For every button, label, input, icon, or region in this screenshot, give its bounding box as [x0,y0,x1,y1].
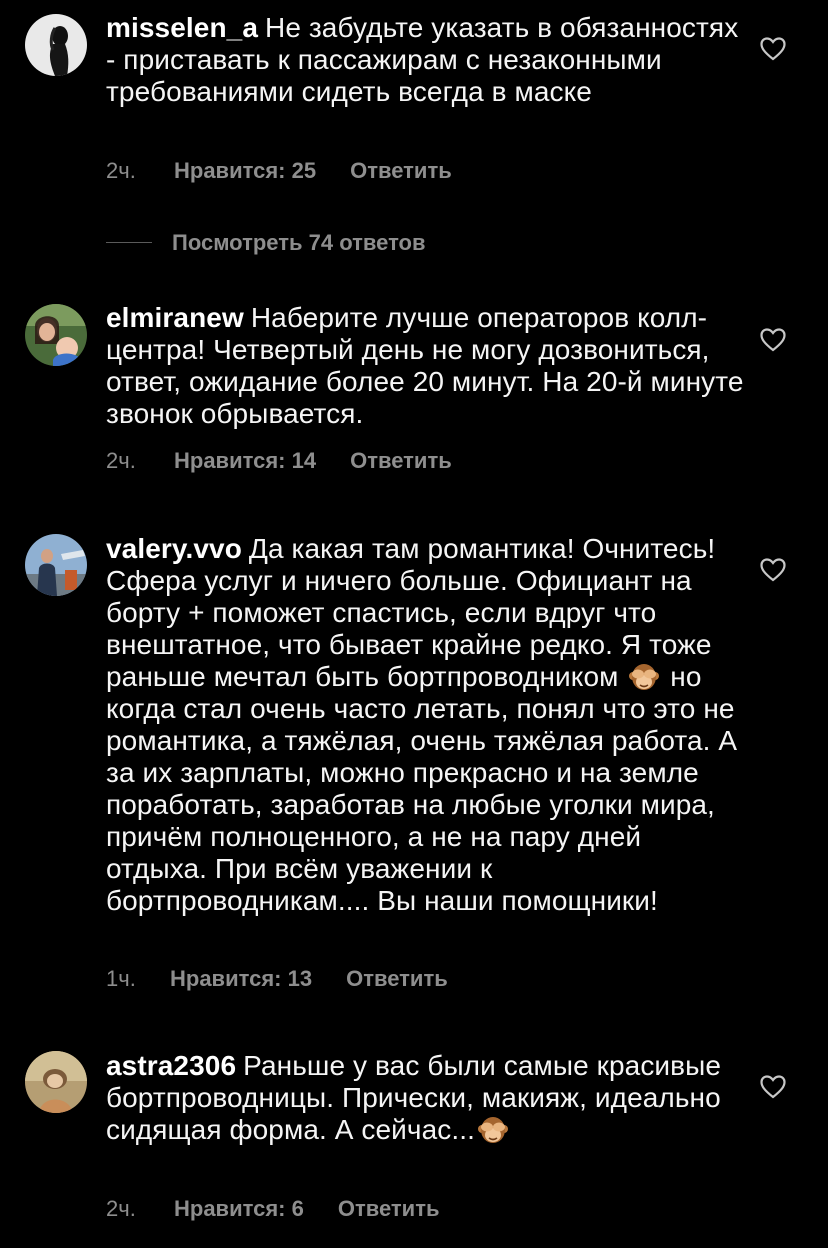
reply-button[interactable]: Ответить [350,448,452,474]
likes-count[interactable]: Нравится: 14 [174,448,316,474]
username[interactable]: valery.vvo [106,533,242,564]
comment-text: elmiranew Наберите лучше операторов колл-… [106,302,746,430]
username[interactable]: misselen_a [106,12,258,43]
reply-button[interactable]: Ответить [350,158,452,184]
avatar[interactable] [25,304,87,366]
comment-meta: 2ч. Нравится: 6 Ответить [106,1196,440,1222]
replies-divider [106,242,152,243]
comment-meta: 1ч. Нравится: 13 Ответить [106,966,448,992]
comment-time: 2ч. [106,448,136,473]
likes-count[interactable]: Нравится: 13 [170,966,312,992]
see-no-evil-monkey-icon [477,1115,509,1145]
username[interactable]: elmiranew [106,302,244,333]
avatar[interactable] [25,14,87,76]
comment-text: misselen_a Не забудьте указать в обязанно… [106,12,746,108]
likes-count[interactable]: Нравится: 6 [174,1196,304,1222]
see-no-evil-monkey-icon [628,662,660,692]
heart-icon[interactable] [760,1075,786,1099]
avatar[interactable] [25,1051,87,1113]
likes-count[interactable]: Нравится: 25 [174,158,316,184]
username[interactable]: astra2306 [106,1050,236,1081]
reply-button[interactable]: Ответить [346,966,448,992]
comment-meta: 2ч. Нравится: 25 Ответить [106,158,452,184]
avatar[interactable] [25,534,87,596]
heart-icon[interactable] [760,37,786,61]
reply-button[interactable]: Ответить [338,1196,440,1222]
comment-text: valery.vvo Да какая там романтика! Очните… [106,533,746,917]
comment-time: 2ч. [106,158,136,183]
heart-icon[interactable] [760,558,786,582]
heart-icon[interactable] [760,328,786,352]
comment-time: 2ч. [106,1196,136,1221]
comment-meta: 2ч. Нравится: 14 Ответить [106,448,452,474]
comment-time: 1ч. [106,966,136,991]
view-replies-label: Посмотреть 74 ответов [172,230,426,255]
comment-text: astra2306 Раньше у вас были самые красивы… [106,1050,746,1146]
comment-body-part2: но когда стал очень часто летать, понял … [106,661,738,916]
